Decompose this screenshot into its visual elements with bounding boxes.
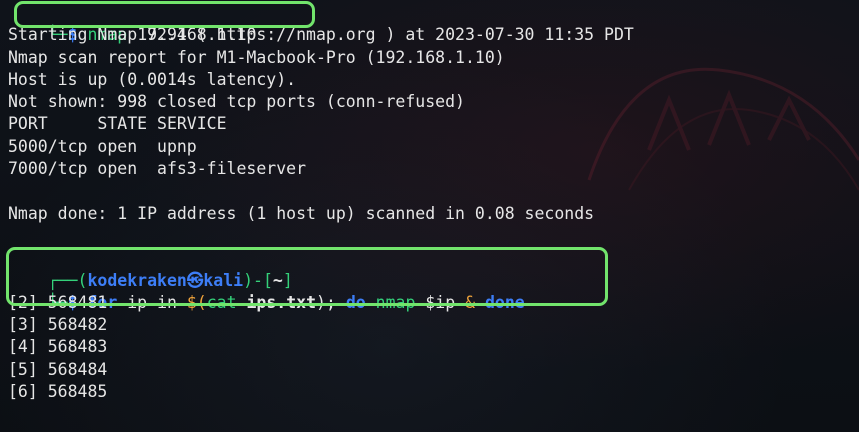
background-ampersand: & [465, 292, 476, 312]
loop-variable: ip [127, 292, 148, 312]
prompt-header-line: ┌──(kodekraken㉿kali)-[~] [8, 247, 851, 290]
prompt-directory: ~ [272, 270, 283, 290]
output-line: Host is up (0.0014s latency). [8, 69, 297, 89]
prompt-dir-open: )-[ [243, 270, 273, 290]
job-line: [5] 568484 [8, 359, 108, 379]
output-line: PORT STATE SERVICE [8, 114, 227, 134]
subshell-close: ); [316, 292, 336, 312]
output-line: 7000/tcp open afs3-fileserver [8, 159, 307, 179]
job-line: [3] 568482 [8, 315, 108, 335]
output-line: Nmap done: 1 IP address (1 host up) scan… [8, 203, 595, 223]
job-line: [6] 568485 [8, 382, 108, 402]
prompt-at-symbol: ㉿ [186, 270, 204, 290]
subshell-argument: ips.txt [246, 292, 317, 312]
loop-command-argument: $ip [425, 292, 456, 312]
output-line: Not shown: 998 closed tcp ports (conn-re… [8, 92, 465, 112]
output-line: Nmap scan report for M1-Macbook-Pro (192… [8, 47, 505, 67]
output-line: Starting Nmap 7.94 ( https://nmap.org ) … [8, 25, 634, 45]
subshell-command: cat [206, 292, 237, 312]
keyword-done: done [484, 292, 525, 312]
loop-command: nmap [375, 292, 416, 312]
job-line: [4] 568483 [8, 337, 108, 357]
terminal-window[interactable]: └─$ nmap 192.168.1.10 Starting Nmap 7.94… [0, 0, 859, 432]
keyword-do: do [345, 292, 366, 312]
keyword-in: in [157, 292, 177, 312]
command-line-1: └─$ nmap 192.168.1.10 [8, 2, 851, 44]
prompt-user: kodekraken [87, 270, 187, 290]
subshell-open: $( [186, 292, 207, 312]
prompt-corner-top: ┌──( [47, 270, 88, 290]
output-line: 5000/tcp open upnp [8, 136, 197, 156]
prompt-host: kali [203, 270, 244, 290]
prompt-dir-close: ] [282, 270, 293, 290]
